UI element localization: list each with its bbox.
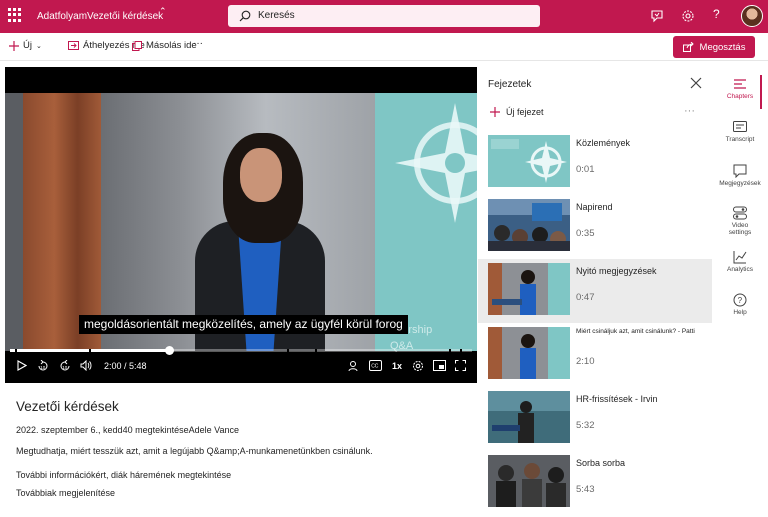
more-commands-button[interactable]: ··· — [193, 38, 203, 49]
comment-icon — [733, 164, 747, 178]
share-button[interactable]: Megosztás — [673, 36, 755, 58]
svg-text:CC: CC — [371, 364, 379, 370]
search-input[interactable]: Keresés — [258, 10, 295, 21]
speaker-identify-icon[interactable] — [348, 360, 360, 372]
play-icon[interactable] — [17, 360, 27, 371]
plus-icon — [490, 107, 500, 117]
plus-icon — [9, 40, 19, 51]
forward-10-icon[interactable]: 10 — [59, 360, 71, 372]
video-frame[interactable] — [5, 93, 477, 351]
search-icon — [239, 10, 251, 22]
avatar[interactable] — [741, 5, 763, 27]
player-controls: 10 10 2:00 / 5:48 CC 1x — [5, 357, 477, 379]
video-description: Megtudhatja, miért tesszük azt, amit a l… — [16, 446, 373, 456]
chapter-name: Miért csináljuk azt, amit csinálunk? - P… — [576, 328, 695, 335]
copy-icon — [132, 40, 142, 51]
share-icon — [682, 42, 694, 52]
site-title[interactable]: Vezetői kérdések — [87, 11, 163, 22]
app-launcher-icon[interactable] — [8, 8, 22, 22]
closed-captions-icon[interactable]: CC — [369, 360, 382, 371]
seek-bar-chapter-mark — [460, 349, 463, 352]
chapter-thumbnail — [488, 263, 570, 315]
seek-bar-chapter-mark — [89, 349, 92, 352]
chapter-time: 5:32 — [576, 420, 595, 431]
chapter-item[interactable]: Napirend 0:35 — [478, 195, 712, 259]
video-title: Vezetői kérdések — [16, 399, 119, 414]
chapter-thumbnail — [488, 455, 570, 507]
app-name[interactable]: Adatfolyam — [37, 11, 87, 22]
chapter-time: 2:10 — [576, 356, 595, 367]
chapter-name: Sorba sorba — [576, 458, 626, 468]
right-rail: Chapters Transcript Megjegyzések Video se… — [714, 67, 768, 517]
chapter-time: 0:47 — [576, 292, 595, 303]
seek-bar-chapter-mark — [14, 349, 17, 352]
help-circle-icon: ? — [733, 293, 747, 307]
chapter-time: 0:35 — [576, 228, 595, 239]
seek-bar-chapter-mark — [314, 349, 317, 352]
chapter-thumbnail — [488, 327, 570, 379]
rail-help[interactable]: ? Help — [714, 293, 766, 316]
playback-speed-button[interactable]: 1x — [392, 361, 402, 371]
chapters-pane: Fejezetek Új fejezet ··· Közlemények 0:0… — [478, 67, 714, 517]
chapter-name: Közlemények — [576, 138, 631, 148]
new-button[interactable]: Új ⌄ — [9, 40, 42, 51]
chapter-item[interactable]: Miért csináljuk azt, amit csinálunk? - P… — [478, 323, 712, 387]
seek-bar[interactable] — [10, 346, 472, 355]
feedback-icon[interactable] — [650, 9, 664, 23]
rewind-10-icon[interactable]: 10 — [37, 360, 49, 372]
chapter-time: 5:43 — [576, 484, 595, 495]
command-bar: Új ⌄ Áthelyezés ide Másolás ide ··· Mego… — [0, 33, 768, 61]
transcript-icon — [733, 121, 747, 132]
chapter-thumbnail — [488, 199, 570, 251]
chapter-thumbnail — [488, 135, 570, 187]
picture-in-picture-icon[interactable] — [433, 360, 446, 371]
compass-logo — [395, 103, 477, 223]
chapter-item[interactable]: HR-frissítések - Irvin 5:32 — [478, 387, 712, 451]
seek-bar-chapter-mark — [448, 349, 451, 352]
chevron-up-icon[interactable]: ⌃ — [159, 6, 167, 17]
chapter-item-active[interactable]: Nyitó megjegyzések 0:47 — [478, 259, 712, 323]
settings-icon[interactable] — [412, 360, 424, 372]
analytics-icon — [733, 251, 747, 264]
copy-to-button[interactable]: Másolás ide — [132, 40, 197, 51]
rail-video-settings[interactable]: Video settings — [714, 206, 766, 236]
svg-text:10: 10 — [40, 365, 46, 370]
close-icon[interactable] — [689, 76, 703, 90]
background-screen — [375, 93, 477, 351]
time-display: 2:00 / 5:48 — [104, 361, 147, 371]
chevron-down-icon: ⌄ — [35, 42, 42, 50]
volume-icon[interactable] — [80, 360, 92, 371]
search-box[interactable]: Keresés — [228, 5, 540, 27]
caption-text: megoldásorientált megközelítés, amely az… — [79, 315, 408, 334]
seek-bar-chapter-mark — [287, 349, 290, 352]
help-icon[interactable]: ? — [713, 7, 727, 21]
chapter-name: HR-frissítések - Irvin — [576, 394, 658, 404]
svg-text:?: ? — [738, 296, 743, 305]
chapter-name: Nyitó megjegyzések — [576, 266, 657, 276]
chapters-header: Fejezetek — [488, 79, 532, 90]
seek-bar-thumb[interactable] — [165, 346, 175, 355]
rail-transcript[interactable]: Transcript — [714, 121, 766, 143]
video-meta: 2022. szeptember 6., kedd40 megtekintése… — [16, 425, 239, 435]
new-chapter-button[interactable]: Új fejezet — [490, 107, 544, 117]
gear-icon[interactable] — [681, 9, 695, 23]
rail-analytics[interactable]: Analytics — [714, 250, 766, 273]
chapters-icon — [734, 79, 746, 89]
top-bar: Adatfolyam Vezetői kérdések ⌃ Keresés ? — [0, 0, 768, 33]
video-player[interactable]: adership Q&A megoldásorientált megközelí… — [5, 67, 477, 383]
chapter-name: Napirend — [576, 202, 613, 212]
move-icon — [68, 41, 79, 50]
chapter-time: 0:01 — [576, 164, 595, 175]
svg-text:10: 10 — [62, 365, 68, 370]
rail-chapters[interactable]: Chapters — [714, 77, 766, 100]
chapter-item[interactable]: Sorba sorba 5:43 — [478, 451, 712, 515]
chapters-more-button[interactable]: ··· — [684, 105, 695, 117]
chapter-thumbnail — [488, 391, 570, 443]
fullscreen-icon[interactable] — [455, 360, 466, 371]
video-settings-icon — [733, 206, 747, 220]
more-info-text: További információkért, diák háremének m… — [16, 470, 232, 480]
chapter-item[interactable]: Közlemények 0:01 — [478, 131, 712, 195]
rail-notes[interactable]: Megjegyzések — [714, 164, 766, 187]
show-more-link[interactable]: Továbbiak megjelenítése — [16, 488, 115, 498]
